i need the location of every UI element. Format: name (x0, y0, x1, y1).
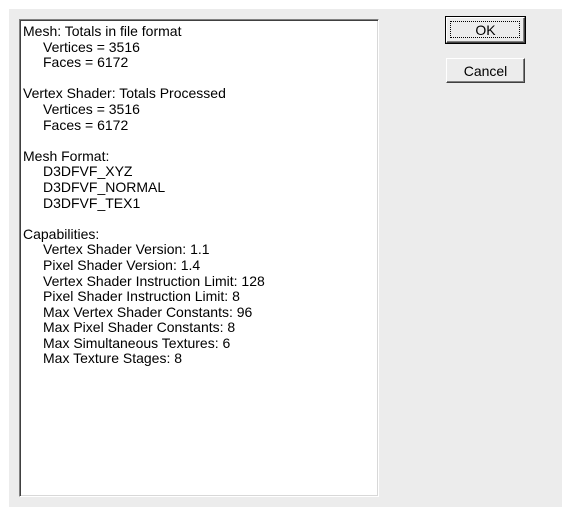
info-line: Max Vertex Shader Constants: 96 (43, 303, 253, 320)
info-line: Max Simultaneous Textures: 6 (43, 334, 231, 351)
info-line: D3DFVF_TEX1 (43, 194, 141, 211)
cancel-button-label: Cancel (463, 62, 508, 79)
info-line: D3DFVF_XYZ (43, 163, 133, 180)
info-line: Mesh Format: (23, 147, 110, 164)
ok-button[interactable]: OK (445, 16, 526, 44)
info-text-content: Mesh: Totals in file format Vertices = 35… (20, 20, 378, 367)
info-line: Vertex Shader Version: 1.1 (43, 241, 210, 258)
info-dialog: Mesh: Totals in file format Vertices = 35… (9, 9, 562, 507)
info-line: Vertices = 3516 (43, 100, 140, 117)
info-line: Vertices = 3516 (43, 38, 140, 55)
info-line: Pixel Shader Instruction Limit: 8 (43, 288, 240, 305)
info-line: Mesh: Totals in file format (23, 23, 182, 39)
info-line: Faces = 6172 (43, 116, 129, 133)
info-line: Vertex Shader Instruction Limit: 128 (43, 272, 265, 289)
focus-rectangle (450, 21, 520, 38)
info-line: Capabilities: (23, 225, 100, 242)
info-line: Faces = 6172 (43, 54, 129, 71)
info-line: Vertex Shader: Totals Processed (23, 85, 226, 102)
info-line: Max Texture Stages: 8 (43, 350, 183, 367)
info-line: Max Pixel Shader Constants: 8 (43, 319, 236, 336)
info-line: D3DFVF_NORMAL (43, 178, 166, 195)
info-text-area[interactable]: Mesh: Totals in file format Vertices = 35… (19, 19, 379, 497)
info-line: Pixel Shader Version: 1.4 (43, 256, 201, 273)
cancel-button[interactable]: Cancel (446, 58, 525, 83)
